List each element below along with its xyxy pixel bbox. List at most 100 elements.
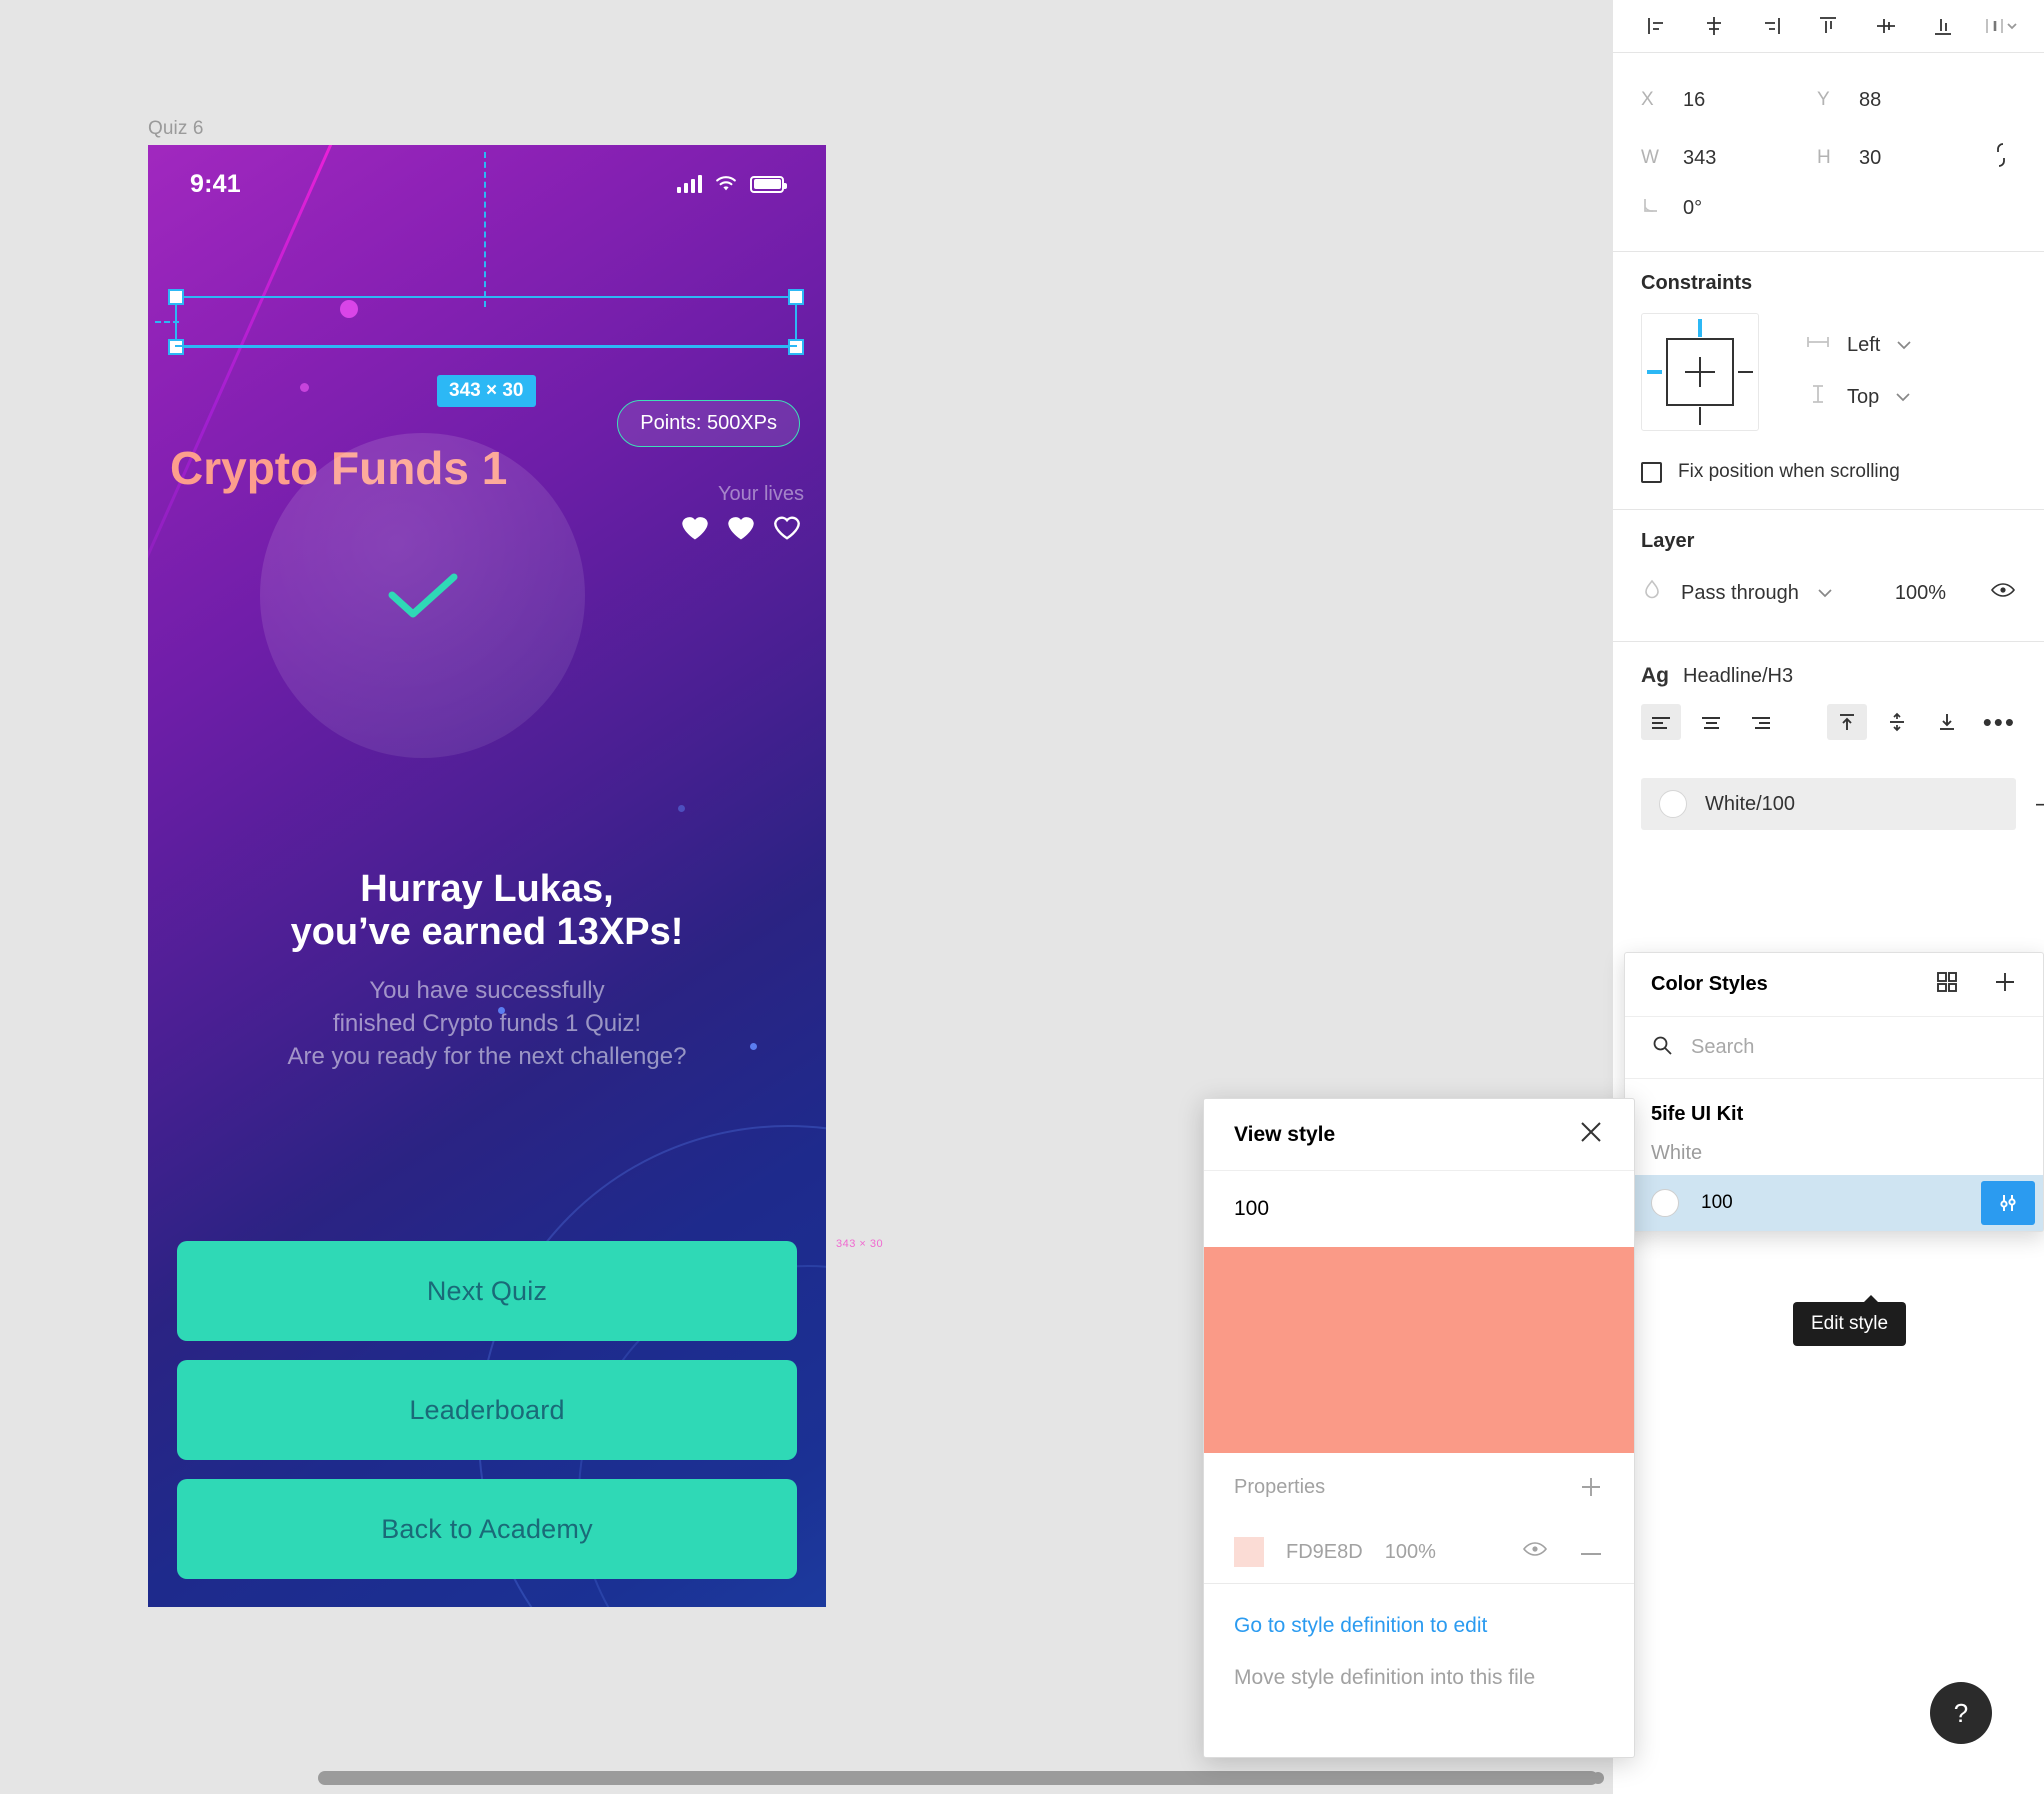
x-field[interactable]: X 16 <box>1641 89 1817 112</box>
properties-label: Properties <box>1234 1475 1326 1498</box>
align-top-icon[interactable] <box>1806 6 1850 46</box>
color-styles-header-actions <box>1935 970 2017 1000</box>
geometry-section: X 16 Y 88 W 343 H 30 0° <box>1613 53 2044 251</box>
rotation-row: 0° <box>1641 187 2016 229</box>
search-icon <box>1651 1034 1673 1062</box>
text-align-left-icon[interactable] <box>1641 704 1681 740</box>
view-style-property-row: FD9E8D 100% <box>1204 1521 1634 1583</box>
heart-filled-icon <box>682 517 708 540</box>
constraint-tick-right[interactable] <box>1738 371 1753 373</box>
layer-title: Layer <box>1641 530 1695 552</box>
help-button[interactable]: ? <box>1930 1682 1992 1744</box>
color-styles-popover: Color Styles 5ife UI Kit White 100 <box>1624 952 2044 1232</box>
go-to-style-definition-link[interactable]: Go to style definition to edit <box>1204 1584 1634 1638</box>
text-style-name[interactable]: Headline/H3 <box>1683 665 1793 688</box>
remove-property-icon[interactable] <box>1578 1541 1604 1564</box>
y-value[interactable]: 88 <box>1859 89 1881 112</box>
fix-position-checkbox[interactable] <box>1641 461 1662 483</box>
text-valign-top-icon[interactable] <box>1827 704 1867 740</box>
text-valign-middle-icon[interactable] <box>1877 704 1917 740</box>
align-vertical-center-icon[interactable] <box>1864 6 1908 46</box>
blend-mode-value[interactable]: Pass through <box>1681 582 1799 605</box>
remove-fill-icon[interactable]: — <box>2036 790 2044 818</box>
vertical-constraint-dropdown[interactable]: Top <box>1805 383 1912 411</box>
y-label: Y <box>1817 89 1830 110</box>
visibility-eye-icon[interactable] <box>1990 581 2016 605</box>
chevron-down-icon[interactable] <box>1817 582 1833 604</box>
view-style-header: View style <box>1204 1099 1634 1171</box>
align-right-icon[interactable] <box>1749 6 1793 46</box>
align-bottom-icon[interactable] <box>1921 6 1965 46</box>
text-align-center-icon[interactable] <box>1691 704 1731 740</box>
heart-filled-icon <box>728 517 754 540</box>
points-badge: Points: 500XPs <box>617 400 800 447</box>
color-styles-search-input[interactable] <box>1691 1036 1991 1059</box>
text-valign-bottom-icon[interactable] <box>1927 704 1967 740</box>
fix-position-row[interactable]: Fix position when scrolling <box>1641 461 2016 483</box>
constraint-tick-left[interactable] <box>1647 370 1662 374</box>
subtext-line-1: You have successfully <box>369 977 605 1004</box>
horizontal-scrollbar-thumb[interactable] <box>318 1771 1598 1785</box>
phone-artboard[interactable]: 9:41 Points: 500XPs Crypto Funds 1 Your … <box>148 145 826 1607</box>
color-style-item[interactable]: 100 <box>1625 1175 2043 1231</box>
layer-opacity-value[interactable]: 100% <box>1895 582 1946 605</box>
vertical-scrollbar-marker[interactable] <box>1592 1772 1604 1784</box>
back-to-academy-button[interactable]: Back to Academy <box>177 1479 797 1579</box>
subtext-line-3: Are you ready for the next challenge? <box>287 1042 687 1070</box>
constrain-proportions-icon[interactable] <box>1990 140 2012 176</box>
horizontal-scrollbar-track[interactable] <box>0 1762 1612 1794</box>
layer-section: Layer Pass through 100% <box>1613 510 2044 641</box>
chevron-down-icon[interactable] <box>1895 386 1911 408</box>
constraint-dropdowns: Left Top <box>1805 333 1912 411</box>
measurement-hint: 343 × 30 <box>836 1238 884 1250</box>
property-hex-value: FD9E8D <box>1286 1540 1363 1563</box>
visibility-eye-icon[interactable] <box>1522 1540 1548 1564</box>
color-styles-subgroup-name: White <box>1651 1142 1703 1164</box>
move-style-definition-link[interactable]: Move style definition into this file <box>1204 1638 1634 1690</box>
chevron-down-icon[interactable] <box>1896 334 1912 356</box>
blue-dot-decor <box>678 805 685 812</box>
add-property-icon[interactable] <box>1578 1474 1604 1500</box>
color-styles-search-row[interactable] <box>1625 1017 2043 1079</box>
blend-mode-icon <box>1641 578 1663 608</box>
y-field[interactable]: Y 88 <box>1817 89 1993 112</box>
add-style-icon[interactable] <box>1993 970 2017 1000</box>
width-field[interactable]: W 343 <box>1641 147 1817 170</box>
vertical-constraint-value: Top <box>1847 385 1880 408</box>
leaderboard-button[interactable]: Leaderboard <box>177 1360 797 1460</box>
color-style-swatch <box>1651 1189 1679 1217</box>
wh-row: W 343 H 30 <box>1641 129 2016 187</box>
distribute-icon[interactable] <box>1978 6 2022 46</box>
constraint-tick-bottom[interactable] <box>1699 407 1701 425</box>
grid-view-icon[interactable] <box>1935 970 1959 1000</box>
fill-style-swatch <box>1659 790 1687 818</box>
h-value[interactable]: 30 <box>1859 147 1881 170</box>
close-icon[interactable] <box>1578 1119 1604 1150</box>
height-field[interactable]: H 30 <box>1817 147 1993 170</box>
align-horizontal-center-icon[interactable] <box>1692 6 1736 46</box>
rotation-value[interactable]: 0° <box>1683 197 1702 220</box>
selection-guide-vertical <box>484 152 486 307</box>
constraint-tick-top[interactable] <box>1698 319 1702 337</box>
fill-style-name[interactable]: White/100 <box>1705 793 1795 816</box>
horizontal-constraint-dropdown[interactable]: Left <box>1805 333 1912 357</box>
battery-icon <box>750 175 787 193</box>
text-alignment-toolbar: ••• <box>1613 688 2044 762</box>
frame-label[interactable]: Quiz 6 <box>148 118 204 140</box>
heart-outline-icon <box>774 516 800 540</box>
rotation-field[interactable]: 0° <box>1641 195 1817 221</box>
w-value[interactable]: 343 <box>1683 147 1716 170</box>
constraint-pad[interactable] <box>1641 313 1759 431</box>
text-baseline-guide <box>175 345 797 347</box>
view-style-title: View style <box>1234 1122 1336 1146</box>
x-value[interactable]: 16 <box>1683 89 1705 112</box>
property-color-swatch <box>1234 1537 1264 1567</box>
fill-style-row[interactable]: White/100 — <box>1641 778 2044 830</box>
edit-style-button[interactable] <box>1981 1181 2035 1225</box>
text-align-right-icon[interactable] <box>1741 704 1781 740</box>
constraints-controls: Left Top <box>1641 313 2016 431</box>
next-quiz-button[interactable]: Next Quiz <box>177 1241 797 1341</box>
lives-hearts <box>680 513 802 541</box>
align-left-icon[interactable] <box>1635 6 1679 46</box>
phone-status-bar: 9:41 <box>148 145 826 223</box>
